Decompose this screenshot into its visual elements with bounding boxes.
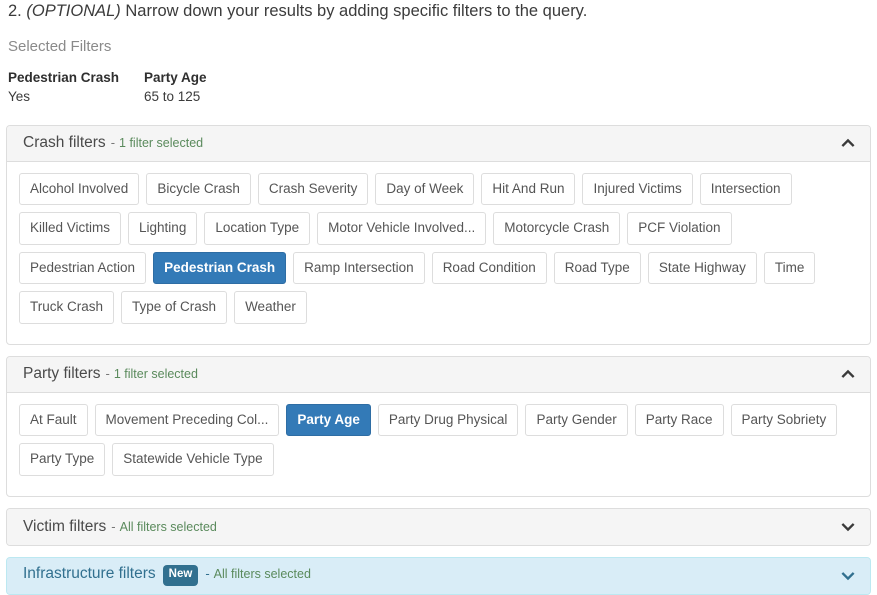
filter-pill[interactable]: Intersection xyxy=(699,172,792,206)
new-badge: New xyxy=(162,565,199,586)
panel-header-party-filters[interactable]: Party filters - 1 filter selected xyxy=(7,356,870,393)
panel-title-dash: - xyxy=(205,566,210,582)
filter-pill[interactable]: Movement Preceding Col... xyxy=(94,403,280,437)
panel-status-crash-filters: 1 filter selected xyxy=(119,136,204,151)
panel-title-party-filters: Party filters - 1 filter selected xyxy=(23,365,840,383)
filter-pill-selected[interactable]: Party Age xyxy=(286,403,371,437)
filters-page: 2. (OPTIONAL) Narrow down your results b… xyxy=(0,0,877,595)
filter-pill[interactable]: Party Type xyxy=(19,443,106,476)
panel-status-party-filters: 1 filter selected xyxy=(113,367,198,382)
filter-pill[interactable]: Pedestrian Action xyxy=(19,251,147,285)
filter-pill[interactable]: PCF Violation xyxy=(627,212,732,245)
pill-list-crash-filters: Alcohol Involved Bicycle Crash Crash Sev… xyxy=(19,172,858,331)
filter-pill[interactable]: Road Condition xyxy=(431,251,547,285)
chevron-down-icon[interactable] xyxy=(840,568,856,584)
selected-filter-item: Party Age 65 to 125 xyxy=(144,68,280,107)
panel-body-party-filters: At Fault Movement Preceding Col... Party… xyxy=(7,393,870,496)
filter-pill[interactable]: State Highway xyxy=(647,251,757,285)
panel-crash-filters: Crash filters - 1 filter selected Alcoho… xyxy=(6,124,871,345)
filter-pill[interactable]: Party Race xyxy=(634,403,724,437)
filter-pill[interactable]: Location Type xyxy=(204,212,311,245)
filter-pill[interactable]: Motor Vehicle Involved... xyxy=(317,212,487,245)
filter-pill[interactable]: At Fault xyxy=(19,403,88,437)
panel-infrastructure-filters: Infrastructure filters New - All filters… xyxy=(6,556,871,595)
filter-pill[interactable]: Type of Crash xyxy=(121,291,228,324)
panel-status-infrastructure-filters: All filters selected xyxy=(213,567,311,582)
panel-title-victim-filters: Victim filters - All filters selected xyxy=(23,518,840,536)
panel-party-filters: Party filters - 1 filter selected At Fau… xyxy=(6,355,871,497)
panel-header-victim-filters[interactable]: Victim filters - All filters selected xyxy=(7,508,870,545)
panel-title-dash: - xyxy=(110,135,116,151)
filter-pill[interactable]: Truck Crash xyxy=(19,291,115,324)
selected-filter-name: Pedestrian Crash xyxy=(8,69,120,85)
panel-title-crash-filters: Crash filters - 1 filter selected xyxy=(23,134,840,152)
selected-filter-value: 65 to 125 xyxy=(144,89,201,105)
filter-pill[interactable]: Road Type xyxy=(553,251,641,285)
chevron-up-icon[interactable] xyxy=(840,366,856,382)
step-text: Narrow down your results by adding speci… xyxy=(125,2,588,20)
step-heading: 2. (OPTIONAL) Narrow down your results b… xyxy=(6,0,871,22)
panel-victim-filters: Victim filters - All filters selected xyxy=(6,507,871,546)
panel-header-crash-filters[interactable]: Crash filters - 1 filter selected xyxy=(7,125,870,162)
panel-title-label: Party filters xyxy=(23,365,101,383)
filter-pill[interactable]: Alcohol Involved xyxy=(19,172,140,206)
selected-filters-list: Pedestrian Crash Yes Party Age 65 to 125 xyxy=(6,68,871,107)
step-number: 2. xyxy=(8,2,22,20)
filter-pill[interactable]: Weather xyxy=(234,291,307,324)
panel-status-victim-filters: All filters selected xyxy=(119,519,217,534)
step-optional-tag: (OPTIONAL) xyxy=(26,2,121,20)
selected-filters-title: Selected Filters xyxy=(8,37,112,55)
filter-pill[interactable]: Statewide Vehicle Type xyxy=(112,443,274,476)
filter-pill[interactable]: Lighting xyxy=(128,212,198,245)
chevron-up-icon[interactable] xyxy=(840,135,856,151)
filter-pill[interactable]: Party Sobriety xyxy=(730,403,838,437)
selected-filter-item: Pedestrian Crash Yes xyxy=(8,68,144,107)
panel-header-infrastructure-filters[interactable]: Infrastructure filters New - All filters… xyxy=(7,557,870,594)
panel-title-infrastructure-filters: Infrastructure filters New - All filters… xyxy=(23,565,840,587)
panel-title-label: Infrastructure filters xyxy=(23,565,156,583)
filter-pill[interactable]: Day of Week xyxy=(375,172,475,206)
filter-pill[interactable]: Party Gender xyxy=(525,403,628,437)
panel-title-dash: - xyxy=(111,518,116,534)
panel-body-crash-filters: Alcohol Involved Bicycle Crash Crash Sev… xyxy=(7,162,870,344)
filter-pill[interactable]: Party Drug Physical xyxy=(377,403,519,437)
filter-pill[interactable]: Bicycle Crash xyxy=(146,172,251,206)
filter-pill[interactable]: Killed Victims xyxy=(19,212,122,245)
selected-filter-name: Party Age xyxy=(144,69,207,85)
filter-pill-selected[interactable]: Pedestrian Crash xyxy=(153,251,287,285)
panel-title-label: Victim filters xyxy=(23,517,107,535)
filter-pill[interactable]: Ramp Intersection xyxy=(293,251,425,285)
filter-pill[interactable]: Injured Victims xyxy=(582,172,693,206)
filter-pill[interactable]: Hit And Run xyxy=(481,172,576,206)
panel-title-dash: - xyxy=(105,366,110,382)
filter-pill[interactable]: Crash Severity xyxy=(257,172,369,206)
filter-pill[interactable]: Motorcycle Crash xyxy=(493,212,621,245)
chevron-down-icon[interactable] xyxy=(840,519,856,535)
selected-filter-value: Yes xyxy=(8,89,31,105)
filter-pill[interactable]: Time xyxy=(763,251,816,285)
panel-title-label: Crash filters xyxy=(23,134,106,152)
pill-list-party-filters: At Fault Movement Preceding Col... Party… xyxy=(19,403,858,483)
